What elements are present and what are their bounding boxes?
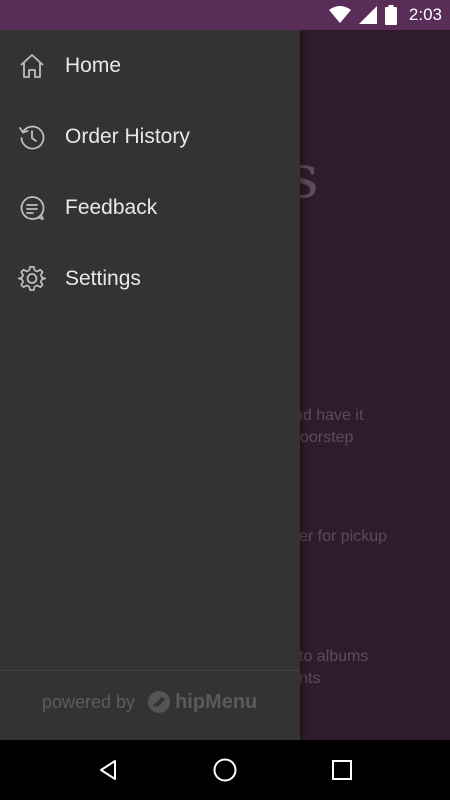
wifi-icon (328, 6, 351, 24)
status-clock: 2:03 (408, 5, 442, 24)
background-text: nd have it (294, 407, 364, 424)
home-circle-icon[interactable] (210, 755, 240, 785)
history-icon (18, 123, 46, 151)
background-text: oorstep (300, 429, 354, 446)
status-bar: 2:03 (0, 0, 450, 30)
hipmenu-logo-icon (147, 690, 171, 714)
drawer-item-feedback[interactable]: Feedback (0, 178, 300, 238)
back-icon[interactable] (93, 755, 123, 785)
feedback-icon (18, 194, 46, 222)
app-screen: 2:03 s nd have it oorstep er for pickup … (0, 0, 450, 800)
drawer-item-home[interactable]: Home (0, 36, 300, 96)
drawer-footer-divider (0, 670, 300, 671)
drawer-item-settings[interactable]: Settings (0, 249, 300, 309)
drawer-item-label: Home (65, 54, 122, 77)
drawer-item-label: Settings (65, 267, 141, 290)
background-text: nts (299, 670, 321, 687)
drawer-item-order-history[interactable]: Order History (0, 107, 300, 167)
navigation-drawer: Home Order History Feedback Settings pow… (0, 30, 300, 740)
drawer-item-label: Order History (65, 125, 190, 148)
gear-icon (18, 265, 46, 293)
hipmenu-brand: hipMenu (175, 690, 258, 713)
drawer-item-label: Feedback (65, 196, 158, 219)
home-icon (18, 52, 46, 80)
recents-icon[interactable] (327, 755, 357, 785)
background-text: er for pickup (299, 528, 388, 545)
background-text: to albums (299, 648, 369, 665)
battery-icon (384, 5, 397, 25)
powered-by-footer: powered by hipMenu (42, 690, 257, 714)
cell-signal-icon (358, 6, 377, 24)
system-nav-bar (0, 740, 450, 800)
powered-by-text: powered by (42, 691, 136, 712)
